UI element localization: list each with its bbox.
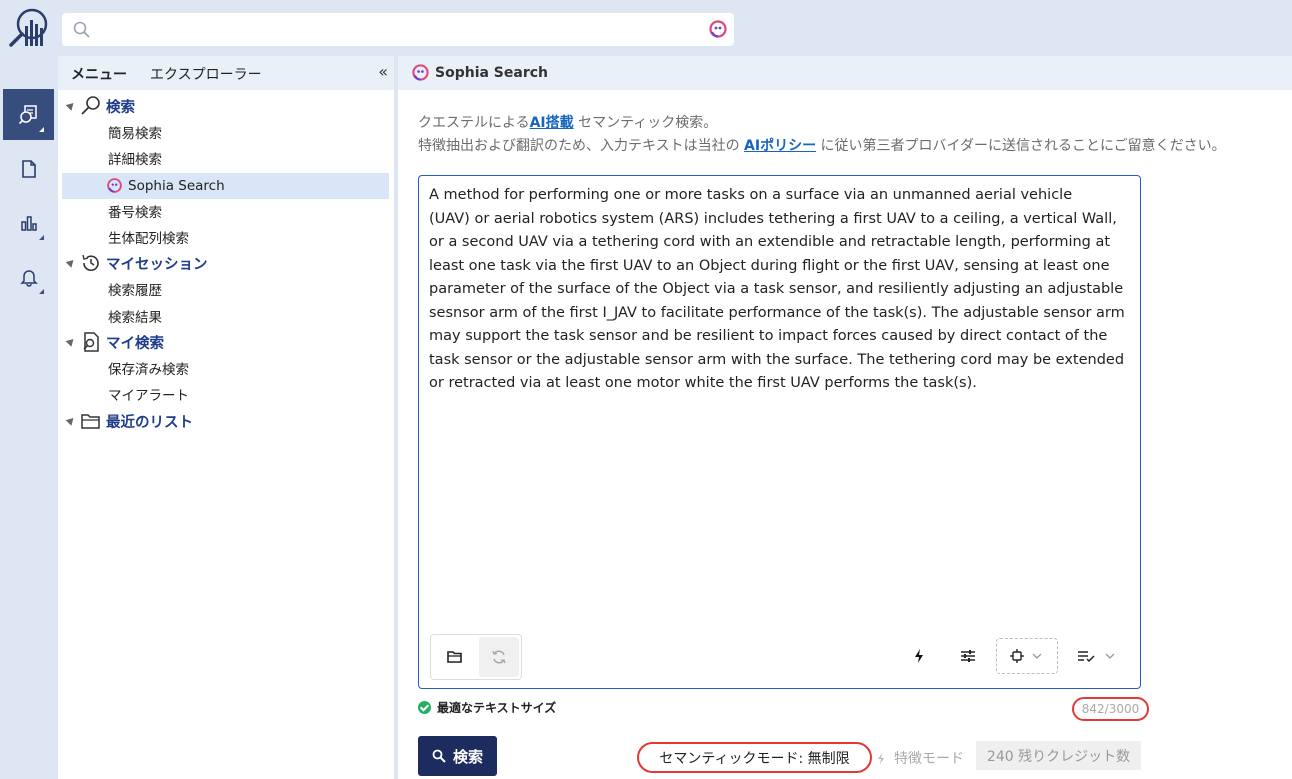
main-content: Sophia Search クエステルによるAI搭載 セマンティック検索。 特徴…: [398, 56, 1292, 779]
sort-options-dropdown[interactable]: [1071, 636, 1121, 676]
bell-icon: [19, 269, 38, 287]
page-title: Sophia Search: [435, 65, 549, 81]
chevron-down-icon: [1032, 653, 1042, 659]
tree-section-label[interactable]: 検索: [106, 96, 135, 117]
status-text: 最適なテキストサイズ: [437, 701, 557, 715]
tree-item-label[interactable]: Sophia Search: [128, 178, 225, 194]
focus-mode-dropdown[interactable]: [996, 638, 1058, 674]
feature-mode-toggle[interactable]: 特徴モード: [876, 748, 964, 768]
tree-section-my-session[interactable]: マイセッション: [58, 250, 394, 276]
expand-triangle-icon[interactable]: [65, 415, 77, 426]
open-file-button[interactable]: [435, 637, 475, 677]
tree-item-sophia-search[interactable]: Sophia Search: [62, 173, 389, 199]
lightning-icon: [878, 752, 884, 764]
tree-item-saved-searches[interactable]: 保存済み検索: [58, 355, 394, 381]
description-text: セマンティック検索。: [573, 115, 718, 131]
text-size-status: 最適なテキストサイズ: [418, 699, 556, 716]
description-line-1: クエステルによるAI搭載 セマンティック検索。: [418, 112, 717, 132]
search-button[interactable]: 検索: [418, 736, 497, 776]
icon-rail: [0, 56, 58, 779]
feature-mode-label[interactable]: 特徴モード: [894, 748, 964, 768]
sophia-logo-icon: [412, 64, 429, 81]
global-search-input[interactable]: [62, 13, 734, 46]
sliders-icon: [961, 650, 975, 662]
tree-item-label[interactable]: 簡易検索: [108, 122, 162, 142]
search-icon: [73, 21, 90, 38]
tree-item-label[interactable]: 生体配列検索: [108, 227, 189, 247]
list-check-icon: [1078, 651, 1095, 663]
query-text[interactable]: A method for performing one or more task…: [429, 184, 1129, 396]
description-line-2: 特徴抽出および翻訳のため、入力テキストは当社の AIポリシー に従い第三者プロバ…: [418, 135, 1226, 155]
tree-item-advanced-search[interactable]: 詳細検索: [58, 145, 394, 171]
expand-triangle-icon[interactable]: [65, 100, 77, 111]
tree-item-number-search[interactable]: 番号検索: [58, 198, 394, 224]
tree-section-label[interactable]: マイ検索: [106, 332, 164, 353]
folder-icon: [81, 414, 100, 429]
rail-document[interactable]: [3, 143, 54, 194]
top-bar: [0, 0, 1292, 56]
tree-item-label[interactable]: 検索履歴: [108, 279, 162, 299]
tab-explorer[interactable]: エクスプローラー: [150, 64, 262, 84]
bar-chart-icon: [20, 215, 37, 231]
filter-settings-button[interactable]: [948, 636, 988, 676]
main-header: Sophia Search: [398, 56, 1292, 90]
description-text: クエステルによる: [418, 115, 530, 131]
tree-item-label[interactable]: 詳細検索: [108, 148, 162, 168]
lightning-icon: [915, 649, 923, 663]
tree-section-label[interactable]: 最近のリスト: [106, 411, 193, 432]
expand-triangle-icon[interactable]: [65, 257, 77, 268]
tree-item-sequence-search[interactable]: 生体配列検索: [58, 224, 394, 250]
tree-section-my-searches[interactable]: マイ検索: [58, 329, 394, 355]
chevron-down-icon: [1105, 653, 1115, 659]
file-toolbar: [430, 634, 522, 680]
rail-alerts[interactable]: [3, 251, 54, 302]
tree-item-label[interactable]: マイアラート: [108, 384, 189, 404]
expand-triangle-icon[interactable]: [65, 336, 77, 347]
sophia-logo-icon[interactable]: [708, 19, 728, 39]
tree-section-recent-lists[interactable]: 最近のリスト: [58, 408, 394, 434]
tree-item-my-alerts[interactable]: マイアラート: [58, 381, 394, 407]
search-icon: [432, 749, 446, 763]
rail-chart[interactable]: [3, 197, 54, 248]
semantic-mode-badge: セマンティックモード: 無制限: [637, 742, 872, 773]
sophia-logo-icon: [107, 178, 122, 193]
refresh-button[interactable]: [479, 637, 519, 677]
collapse-panel-icon[interactable]: «: [378, 62, 388, 81]
document-icon: [21, 159, 36, 178]
search-icon: [81, 96, 100, 115]
check-circle-icon: [418, 701, 431, 714]
lightning-button[interactable]: [899, 636, 939, 676]
tree-item-label[interactable]: 検索結果: [108, 306, 162, 326]
navigation-panel: メニュー エクスプローラー « 検索 簡易検索 詳細検索 Sophia Sear…: [58, 56, 394, 779]
analytics-magnifier-logo-icon[interactable]: [6, 6, 50, 50]
refresh-icon: [492, 650, 506, 664]
semantic-query-textarea[interactable]: A method for performing one or more task…: [418, 175, 1141, 689]
description-text: に従い第三者プロバイダーに送信されることにご留意ください。: [816, 138, 1226, 154]
description-text: 特徴抽出および翻訳のため、入力テキストは当社の: [418, 138, 745, 154]
tree-section-label[interactable]: マイセッション: [106, 253, 208, 274]
tree-item-simple-search[interactable]: 簡易検索: [58, 119, 394, 145]
tree-item-label[interactable]: 保存済み検索: [108, 358, 189, 378]
remaining-credits-badge: 240 残りクレジット数: [976, 741, 1141, 770]
tab-menu[interactable]: メニュー: [71, 64, 127, 84]
rail-search-document[interactable]: [3, 89, 54, 140]
crosshair-icon: [1010, 649, 1024, 663]
ai-powered-link[interactable]: AI搭載: [530, 115, 574, 131]
search-button-label[interactable]: 検索: [453, 746, 483, 767]
tree-item-search-results[interactable]: 検索結果: [58, 303, 394, 329]
search-document-icon: [18, 104, 37, 124]
tree-item-search-history[interactable]: 検索履歴: [58, 276, 394, 302]
tree-item-label[interactable]: 番号検索: [108, 201, 162, 221]
panel-tabs: メニュー エクスプローラー «: [58, 56, 394, 90]
folder-open-icon: [447, 651, 462, 663]
tree-section-search[interactable]: 検索: [58, 93, 394, 119]
history-icon: [82, 254, 99, 271]
character-counter: 842/3000: [1072, 697, 1149, 721]
ai-policy-link[interactable]: AIポリシー: [744, 138, 816, 154]
saved-search-icon: [83, 332, 99, 352]
